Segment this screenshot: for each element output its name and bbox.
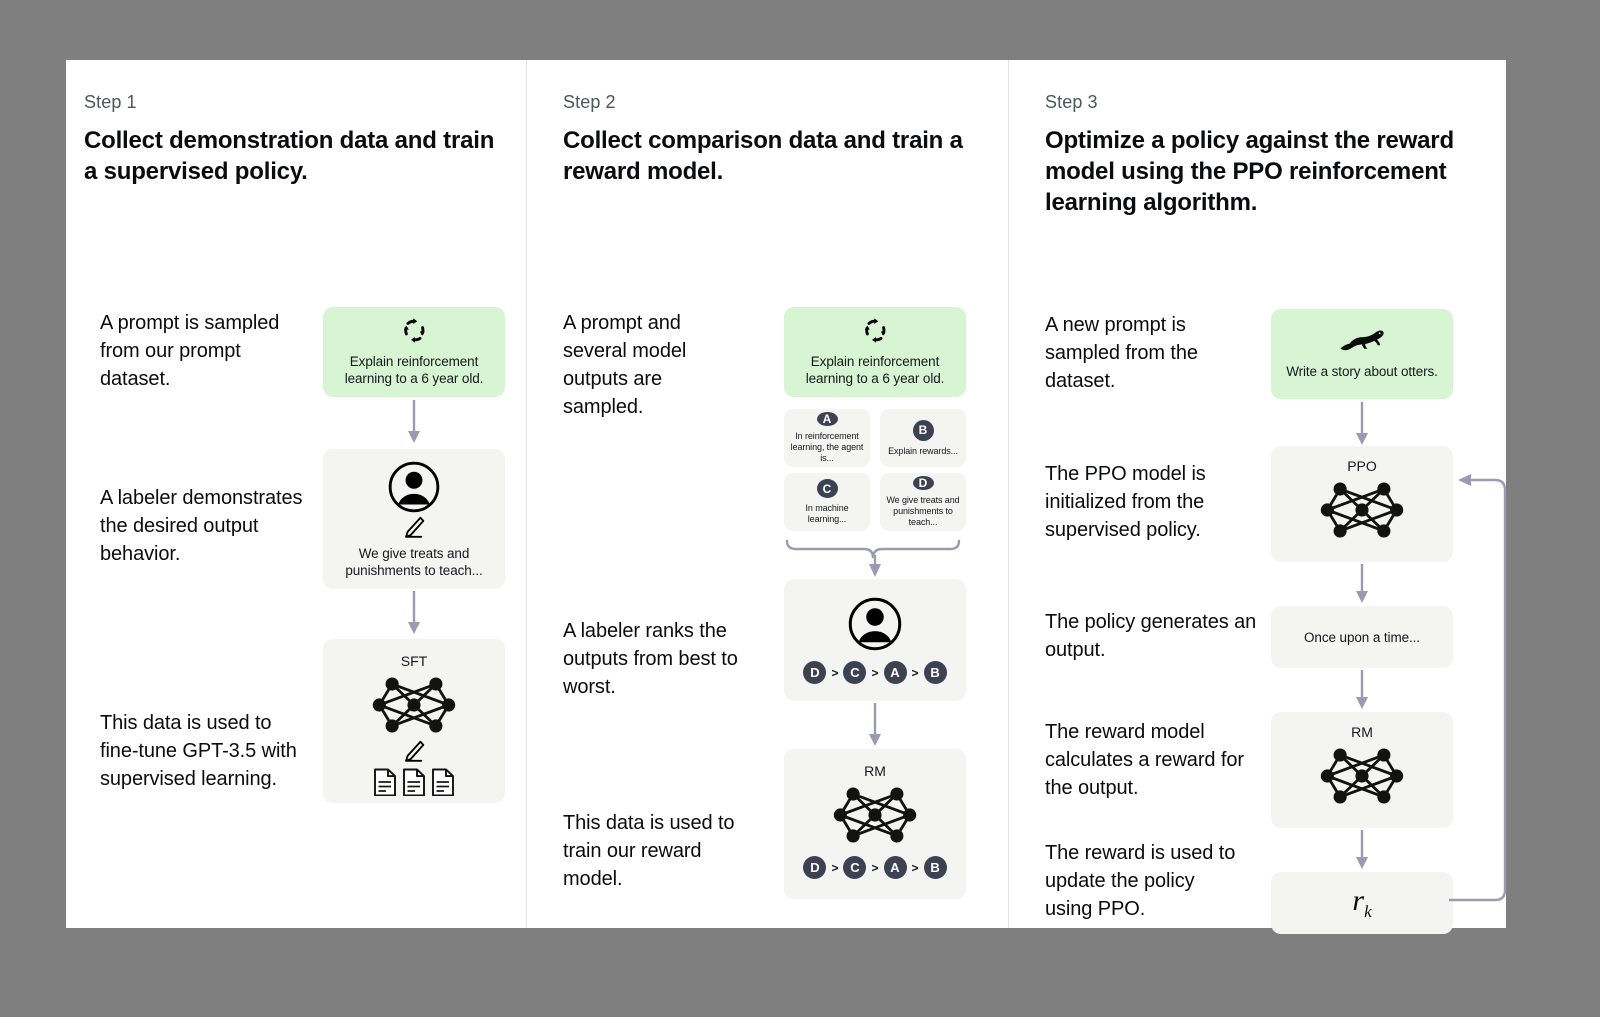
rm-rank-badge-2: C [843, 856, 867, 879]
document-icon [402, 768, 426, 796]
output-text-a: In reinforcement learning, the agent is.… [790, 431, 864, 463]
output-box-c: C In machine learning... [784, 473, 870, 531]
cycle-icon [401, 317, 428, 344]
desc-2-1: A prompt and several model outputs are s… [563, 312, 687, 418]
ppo-box: PPO [1271, 446, 1453, 562]
desc-3-1: A new prompt is sampled from the dataset… [1045, 314, 1198, 392]
desc-1-1: A prompt is sampled from our prompt data… [100, 312, 280, 390]
document-icon [431, 768, 455, 796]
prompt-box-1: Explain reinforcement learning to a 6 ye… [323, 307, 505, 397]
prompt-box-2-text: Explain reinforcement learning to a 6 ye… [805, 354, 945, 386]
ranking-row-rm: D > C > A > B [803, 856, 947, 879]
desc-3-4: The reward model calculates a reward for… [1045, 721, 1244, 799]
arrow-down-3a [1354, 402, 1370, 446]
rank-sep: > [911, 665, 919, 680]
ranking-row-labeler: D > C > A > B [803, 661, 947, 684]
ppo-caption: PPO [1347, 458, 1377, 474]
diagram-card: Step 1 Collect demonstration data and tr… [66, 60, 1507, 934]
reward-symbol: rk [1352, 884, 1372, 921]
output-text-d: We give treats and punishments to teach.… [886, 495, 960, 527]
neural-network-icon [1320, 479, 1404, 541]
policy-output-text: Once upon a time... [1304, 629, 1420, 645]
column-step-1: Step 1 Collect demonstration data and tr… [66, 60, 526, 928]
person-circle-icon [847, 596, 903, 652]
column-step-3: Step 3 Optimize a policy against the rew… [1008, 60, 1507, 934]
desc-3-5: The reward is used to update the policy … [1045, 842, 1236, 920]
step-label-3: Step 3 [1045, 92, 1098, 112]
rm-caption-2: RM [864, 763, 886, 779]
rm-rank-sep: > [831, 860, 839, 875]
person-circle-icon [387, 460, 441, 514]
rm-box-3: RM [1271, 712, 1453, 828]
desc-3-3: The policy generates an output. [1045, 611, 1257, 661]
step-label-1: Step 1 [84, 92, 137, 112]
ranking-box-2: D > C > A > B [784, 579, 966, 701]
output-text-c: In machine learning... [805, 503, 849, 524]
output-badge-c: C [816, 479, 838, 498]
prompt-box-3: Write a story about otters. [1271, 309, 1453, 399]
rank-badge-3: A [883, 661, 907, 684]
output-box-b: B Explain rewards... [880, 409, 966, 467]
bracket-merge-arrow [784, 535, 966, 579]
step-title-1: Collect demonstration data and train a s… [84, 127, 495, 185]
output-badge-b: B [912, 419, 934, 441]
rm-rank-sep: > [871, 860, 879, 875]
output-box-a: A In reinforcement learning, the agent i… [784, 409, 870, 467]
arrow-down-3c [1354, 670, 1370, 710]
output-box-d: D We give treats and punishments to teac… [880, 473, 966, 531]
desc-2-2: A labeler ranks the outputs from best to… [563, 620, 738, 698]
output-badge-d: D [912, 476, 934, 490]
neural-network-icon [1320, 745, 1404, 807]
desc-1-3: This data is used to fine-tune GPT-3.5 w… [100, 712, 297, 790]
document-icon [373, 768, 397, 796]
rm-rank-badge-3: A [883, 856, 907, 879]
rm-rank-badge-4: B [923, 856, 947, 879]
output-badge-a: A [816, 412, 838, 426]
arrow-down-1a [406, 400, 422, 444]
prompt-box-3-text: Write a story about otters. [1286, 364, 1438, 379]
arrow-down-2a [867, 703, 883, 747]
rank-badge-1: D [803, 661, 827, 684]
arrow-down-3d [1354, 830, 1370, 870]
reward-box: rk [1271, 872, 1453, 934]
pencil-icon [403, 740, 425, 764]
desc-2-3: This data is used to train our reward mo… [563, 812, 735, 890]
prompt-box-1-text: Explain reinforcement learning to a 6 ye… [344, 354, 484, 386]
neural-network-icon [833, 784, 917, 846]
rank-badge-2: C [843, 661, 867, 684]
step-title-2: Collect comparison data and train a rewa… [563, 127, 963, 185]
desc-3-2: The PPO model is initialized from the su… [1045, 463, 1206, 541]
labeler-box-1-text: We give treats and punishments to teach.… [345, 545, 483, 578]
output-text-b: Explain rewards... [888, 445, 958, 456]
column-step-2: Step 2 Collect comparison data and train… [526, 60, 1008, 928]
step-label-2: Step 2 [563, 92, 616, 112]
cycle-icon [862, 317, 889, 344]
step-title-3: Optimize a policy against the reward mod… [1045, 127, 1454, 216]
rm-rank-sep: > [911, 860, 919, 875]
rm-caption-3: RM [1351, 724, 1373, 740]
prompt-box-2: Explain reinforcement learning to a 6 ye… [784, 307, 966, 397]
labeler-box-1: We give treats and punishments to teach.… [323, 449, 505, 589]
arrow-down-1b [406, 591, 422, 635]
reward-model-box-2: RM D > C > A > B [784, 749, 966, 899]
neural-network-icon [372, 674, 456, 736]
rank-sep: > [871, 665, 879, 680]
feedback-arrow [1449, 470, 1511, 920]
rank-badge-4: B [923, 661, 947, 684]
rank-sep: > [831, 665, 839, 680]
desc-1-2: A labeler demonstrates the desired outpu… [100, 487, 303, 565]
pencil-icon [403, 516, 425, 540]
rm-rank-badge-1: D [803, 856, 827, 879]
arrow-down-3b [1354, 564, 1370, 604]
sft-caption: SFT [400, 653, 428, 669]
sft-box-1: SFT [323, 639, 505, 803]
policy-output-box: Once upon a time... [1271, 606, 1453, 668]
otter-icon [1338, 328, 1386, 354]
